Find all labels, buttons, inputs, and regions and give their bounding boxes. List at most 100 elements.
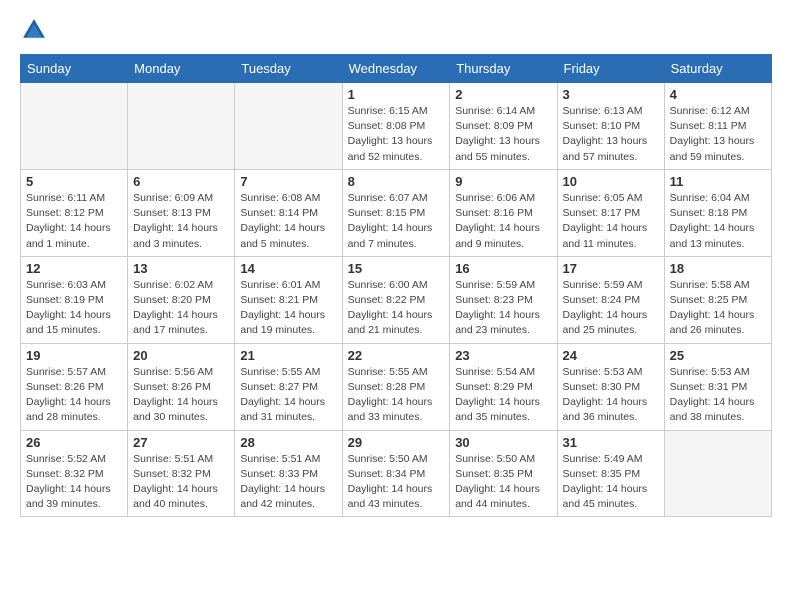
- logo-icon: [20, 16, 48, 44]
- day-number: 22: [348, 348, 445, 363]
- day-number: 2: [455, 87, 551, 102]
- calendar-cell: 4 Sunrise: 6:12 AM Sunset: 8:11 PM Daylig…: [664, 83, 771, 170]
- day-number: 4: [670, 87, 766, 102]
- day-info: Sunrise: 6:12 AM Sunset: 8:11 PM Dayligh…: [670, 104, 766, 165]
- calendar-cell: 31 Sunrise: 5:49 AM Sunset: 8:35 PM Dayli…: [557, 430, 664, 517]
- day-info: Sunrise: 5:50 AM Sunset: 8:35 PM Dayligh…: [455, 452, 551, 513]
- day-number: 11: [670, 174, 766, 189]
- day-number: 25: [670, 348, 766, 363]
- day-number: 7: [240, 174, 336, 189]
- calendar-cell: 6 Sunrise: 6:09 AM Sunset: 8:13 PM Daylig…: [128, 169, 235, 256]
- column-header-saturday: Saturday: [664, 55, 771, 83]
- day-number: 12: [26, 261, 122, 276]
- logo: [20, 16, 52, 44]
- day-info: Sunrise: 6:04 AM Sunset: 8:18 PM Dayligh…: [670, 191, 766, 252]
- day-number: 18: [670, 261, 766, 276]
- calendar-cell: 16 Sunrise: 5:59 AM Sunset: 8:23 PM Dayli…: [450, 256, 557, 343]
- calendar-cell: 5Sunrise: 6:11 AM Sunset: 8:12 PM Daylig…: [21, 169, 128, 256]
- calendar-cell: 8 Sunrise: 6:07 AM Sunset: 8:15 PM Daylig…: [342, 169, 450, 256]
- day-info: Sunrise: 5:54 AM Sunset: 8:29 PM Dayligh…: [455, 365, 551, 426]
- day-number: 15: [348, 261, 445, 276]
- day-info: Sunrise: 6:03 AM Sunset: 8:19 PM Dayligh…: [26, 278, 122, 339]
- calendar-cell: 25 Sunrise: 5:53 AM Sunset: 8:31 PM Dayli…: [664, 343, 771, 430]
- day-number: 27: [133, 435, 229, 450]
- calendar-cell: 24 Sunrise: 5:53 AM Sunset: 8:30 PM Dayli…: [557, 343, 664, 430]
- calendar-cell: 26Sunrise: 5:52 AM Sunset: 8:32 PM Dayli…: [21, 430, 128, 517]
- day-info: Sunrise: 6:02 AM Sunset: 8:20 PM Dayligh…: [133, 278, 229, 339]
- day-info: Sunrise: 5:59 AM Sunset: 8:24 PM Dayligh…: [563, 278, 659, 339]
- day-number: 8: [348, 174, 445, 189]
- calendar-cell: 15Sunrise: 6:00 AM Sunset: 8:22 PM Dayli…: [342, 256, 450, 343]
- calendar-cell: 9 Sunrise: 6:06 AM Sunset: 8:16 PM Daylig…: [450, 169, 557, 256]
- calendar-cell: 27Sunrise: 5:51 AM Sunset: 8:32 PM Dayli…: [128, 430, 235, 517]
- calendar-week-5: 26Sunrise: 5:52 AM Sunset: 8:32 PM Dayli…: [21, 430, 772, 517]
- calendar-cell: 7 Sunrise: 6:08 AM Sunset: 8:14 PM Daylig…: [235, 169, 342, 256]
- calendar-cell: [664, 430, 771, 517]
- day-info: Sunrise: 6:07 AM Sunset: 8:15 PM Dayligh…: [348, 191, 445, 252]
- day-info: Sunrise: 6:09 AM Sunset: 8:13 PM Dayligh…: [133, 191, 229, 252]
- day-number: 20: [133, 348, 229, 363]
- day-info: Sunrise: 6:06 AM Sunset: 8:16 PM Dayligh…: [455, 191, 551, 252]
- day-info: Sunrise: 5:59 AM Sunset: 8:23 PM Dayligh…: [455, 278, 551, 339]
- calendar-week-2: 5Sunrise: 6:11 AM Sunset: 8:12 PM Daylig…: [21, 169, 772, 256]
- day-info: Sunrise: 5:49 AM Sunset: 8:35 PM Dayligh…: [563, 452, 659, 513]
- calendar-week-3: 12 Sunrise: 6:03 AM Sunset: 8:19 PM Dayli…: [21, 256, 772, 343]
- day-number: 13: [133, 261, 229, 276]
- day-info: Sunrise: 6:05 AM Sunset: 8:17 PM Dayligh…: [563, 191, 659, 252]
- day-number: 1: [348, 87, 445, 102]
- calendar-week-1: 1 Sunrise: 6:15 AM Sunset: 8:08 PM Daylig…: [21, 83, 772, 170]
- day-number: 10: [563, 174, 659, 189]
- calendar-cell: 11 Sunrise: 6:04 AM Sunset: 8:18 PM Dayli…: [664, 169, 771, 256]
- day-info: Sunrise: 5:53 AM Sunset: 8:30 PM Dayligh…: [563, 365, 659, 426]
- calendar-cell: 14Sunrise: 6:01 AM Sunset: 8:21 PM Dayli…: [235, 256, 342, 343]
- day-info: Sunrise: 5:57 AM Sunset: 8:26 PM Dayligh…: [26, 365, 122, 426]
- calendar-cell: 20 Sunrise: 5:56 AM Sunset: 8:26 PM Dayli…: [128, 343, 235, 430]
- day-info: Sunrise: 5:58 AM Sunset: 8:25 PM Dayligh…: [670, 278, 766, 339]
- day-number: 30: [455, 435, 551, 450]
- page-header: [20, 16, 772, 44]
- day-number: 6: [133, 174, 229, 189]
- day-info: Sunrise: 5:50 AM Sunset: 8:34 PM Dayligh…: [348, 452, 445, 513]
- calendar-cell: [235, 83, 342, 170]
- day-number: 28: [240, 435, 336, 450]
- calendar-week-4: 19 Sunrise: 5:57 AM Sunset: 8:26 PM Dayli…: [21, 343, 772, 430]
- day-info: Sunrise: 5:56 AM Sunset: 8:26 PM Dayligh…: [133, 365, 229, 426]
- day-number: 3: [563, 87, 659, 102]
- column-header-wednesday: Wednesday: [342, 55, 450, 83]
- calendar-cell: 12 Sunrise: 6:03 AM Sunset: 8:19 PM Dayli…: [21, 256, 128, 343]
- calendar-cell: 19 Sunrise: 5:57 AM Sunset: 8:26 PM Dayli…: [21, 343, 128, 430]
- calendar-cell: 22Sunrise: 5:55 AM Sunset: 8:28 PM Dayli…: [342, 343, 450, 430]
- calendar-cell: 1 Sunrise: 6:15 AM Sunset: 8:08 PM Daylig…: [342, 83, 450, 170]
- day-number: 16: [455, 261, 551, 276]
- day-info: Sunrise: 5:53 AM Sunset: 8:31 PM Dayligh…: [670, 365, 766, 426]
- day-info: Sunrise: 6:14 AM Sunset: 8:09 PM Dayligh…: [455, 104, 551, 165]
- day-number: 31: [563, 435, 659, 450]
- calendar-cell: 3 Sunrise: 6:13 AM Sunset: 8:10 PM Daylig…: [557, 83, 664, 170]
- day-number: 5: [26, 174, 122, 189]
- day-number: 23: [455, 348, 551, 363]
- day-number: 21: [240, 348, 336, 363]
- day-number: 29: [348, 435, 445, 450]
- day-info: Sunrise: 6:13 AM Sunset: 8:10 PM Dayligh…: [563, 104, 659, 165]
- day-info: Sunrise: 5:51 AM Sunset: 8:33 PM Dayligh…: [240, 452, 336, 513]
- column-header-friday: Friday: [557, 55, 664, 83]
- calendar-cell: 28 Sunrise: 5:51 AM Sunset: 8:33 PM Dayli…: [235, 430, 342, 517]
- calendar-cell: 18 Sunrise: 5:58 AM Sunset: 8:25 PM Dayli…: [664, 256, 771, 343]
- day-info: Sunrise: 6:08 AM Sunset: 8:14 PM Dayligh…: [240, 191, 336, 252]
- calendar-cell: 13 Sunrise: 6:02 AM Sunset: 8:20 PM Dayli…: [128, 256, 235, 343]
- column-header-tuesday: Tuesday: [235, 55, 342, 83]
- day-number: 24: [563, 348, 659, 363]
- calendar-cell: [21, 83, 128, 170]
- day-number: 9: [455, 174, 551, 189]
- day-number: 19: [26, 348, 122, 363]
- calendar: SundayMondayTuesdayWednesdayThursdayFrid…: [20, 54, 772, 517]
- day-info: Sunrise: 6:15 AM Sunset: 8:08 PM Dayligh…: [348, 104, 445, 165]
- column-header-sunday: Sunday: [21, 55, 128, 83]
- day-number: 26: [26, 435, 122, 450]
- calendar-cell: 21 Sunrise: 5:55 AM Sunset: 8:27 PM Dayli…: [235, 343, 342, 430]
- calendar-cell: 2 Sunrise: 6:14 AM Sunset: 8:09 PM Daylig…: [450, 83, 557, 170]
- column-header-monday: Monday: [128, 55, 235, 83]
- day-info: Sunrise: 5:55 AM Sunset: 8:27 PM Dayligh…: [240, 365, 336, 426]
- calendar-cell: 23 Sunrise: 5:54 AM Sunset: 8:29 PM Dayli…: [450, 343, 557, 430]
- day-number: 14: [240, 261, 336, 276]
